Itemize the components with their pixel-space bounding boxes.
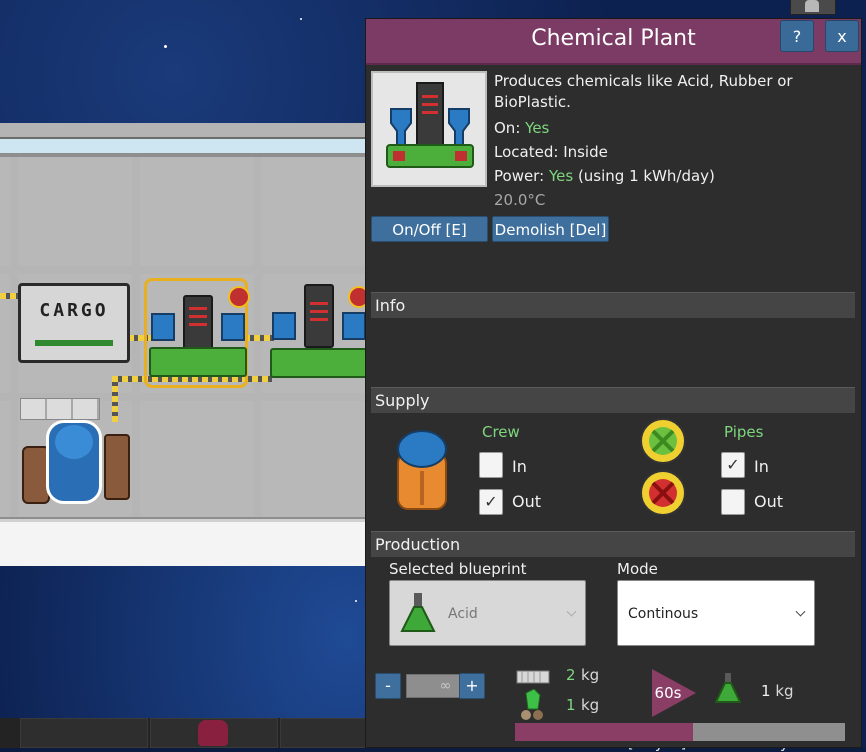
chemical-tank xyxy=(221,313,245,341)
crew-icon xyxy=(397,430,447,510)
reactor-tower xyxy=(304,284,334,348)
cargo-container[interactable]: CARGO xyxy=(18,283,130,363)
station-outer-wall xyxy=(0,123,366,139)
pipe-output-valve-icon xyxy=(640,470,686,516)
blueprint-label: Selected blueprint xyxy=(389,560,527,578)
top-menu-icon[interactable] xyxy=(790,0,836,15)
info-section-header[interactable]: Info xyxy=(371,292,855,318)
cycle-time: 60s xyxy=(654,684,682,702)
building-description: Produces chemicals like Acid, Rubber or … xyxy=(494,72,793,111)
floor-gridline xyxy=(0,266,366,274)
chevron-down-icon xyxy=(795,606,806,617)
status-located: Located: Inside xyxy=(494,143,608,161)
production-progress-fill xyxy=(515,723,694,741)
status-on: On: Yes xyxy=(494,119,550,137)
pipes-in-checkbox[interactable]: ✓ xyxy=(721,452,745,478)
crew-label: Crew xyxy=(482,423,520,441)
mode-label: Mode xyxy=(617,560,658,578)
building-info-panel: Chemical Plant ? x Produces chemicals li… xyxy=(365,18,862,748)
crew-member-selected[interactable] xyxy=(46,420,102,504)
crew-out-label: Out xyxy=(512,492,542,511)
status-located-value: Inside xyxy=(563,143,608,161)
increase-quantity-button[interactable]: + xyxy=(459,673,485,699)
status-on-value: Yes xyxy=(525,119,550,137)
hotbar-slot[interactable] xyxy=(20,718,148,748)
chemical-plant-icon xyxy=(386,82,474,168)
chemical-tank xyxy=(151,313,175,341)
plant-base xyxy=(270,348,368,378)
input-amount: 1 xyxy=(566,696,576,714)
hotbar-slot[interactable] xyxy=(280,718,366,748)
decrease-quantity-button[interactable]: - xyxy=(375,673,401,699)
pipes-label: Pipes xyxy=(724,423,764,441)
crew-head xyxy=(55,425,93,459)
metal-plates-icon xyxy=(516,670,550,684)
plant-base xyxy=(149,347,247,377)
station-hull-bottom xyxy=(0,519,366,566)
input-unit: kg xyxy=(581,696,600,714)
pipes-out-checkbox[interactable] xyxy=(721,489,745,515)
crew-in-checkbox[interactable] xyxy=(479,452,503,478)
mode-select[interactable]: Continous xyxy=(617,580,815,646)
building-preview-image xyxy=(371,71,487,187)
input-unit: kg xyxy=(581,666,600,684)
metal-crates[interactable] xyxy=(20,398,100,420)
output-amount: 1 kg xyxy=(761,682,794,700)
close-button[interactable]: x xyxy=(825,20,859,52)
crew-out-checkbox[interactable]: ✓ xyxy=(479,489,503,515)
status-power-value: Yes xyxy=(548,167,574,185)
cargo-label: CARGO xyxy=(39,300,109,321)
acid-flask-icon xyxy=(715,673,741,703)
star xyxy=(355,600,357,602)
chemical-tank xyxy=(342,312,366,340)
fist-icon[interactable] xyxy=(198,720,228,746)
blueprint-selected-value: Acid xyxy=(448,606,478,622)
on-off-button[interactable]: On/Off [E] xyxy=(371,216,488,242)
star xyxy=(300,18,302,20)
floor-gridline xyxy=(10,157,18,517)
mode-selected-value: Continous xyxy=(628,606,699,622)
supply-section-header[interactable]: Supply xyxy=(371,387,855,413)
cargo-indicator xyxy=(35,340,113,346)
pipes-in-label: In xyxy=(754,457,769,476)
chemical-tank xyxy=(272,312,296,340)
power-detail: (using 1 kWh/day) xyxy=(577,167,715,185)
valve-icon[interactable] xyxy=(228,286,250,308)
pipe-segment xyxy=(112,376,118,422)
help-button[interactable]: ? xyxy=(780,20,814,52)
station-window xyxy=(0,139,366,153)
input-amount: 2 xyxy=(566,666,576,684)
production-progress-bar xyxy=(515,723,845,741)
star xyxy=(164,45,167,48)
crystal-ore-icon xyxy=(521,689,543,720)
crew-in-label: In xyxy=(512,457,527,476)
reactor-tower xyxy=(183,295,213,351)
temperature-readout: 20.0°C xyxy=(494,191,546,209)
production-section-header[interactable]: Production xyxy=(371,531,855,557)
acid-flask-icon xyxy=(400,593,436,632)
status-power: Power: Yes (using 1 kWh/day) xyxy=(494,167,715,185)
panel-title-bar[interactable]: Chemical Plant ? x xyxy=(366,19,861,65)
hotbar xyxy=(0,718,366,748)
storage-equipment[interactable] xyxy=(104,434,130,500)
pipe-input-valve-icon xyxy=(640,418,686,464)
pipes-out-label: Out xyxy=(754,492,784,511)
blueprint-select[interactable]: Acid xyxy=(389,580,586,646)
demolish-button[interactable]: Demolish [Del] xyxy=(492,216,609,242)
chevron-down-icon xyxy=(566,606,577,617)
